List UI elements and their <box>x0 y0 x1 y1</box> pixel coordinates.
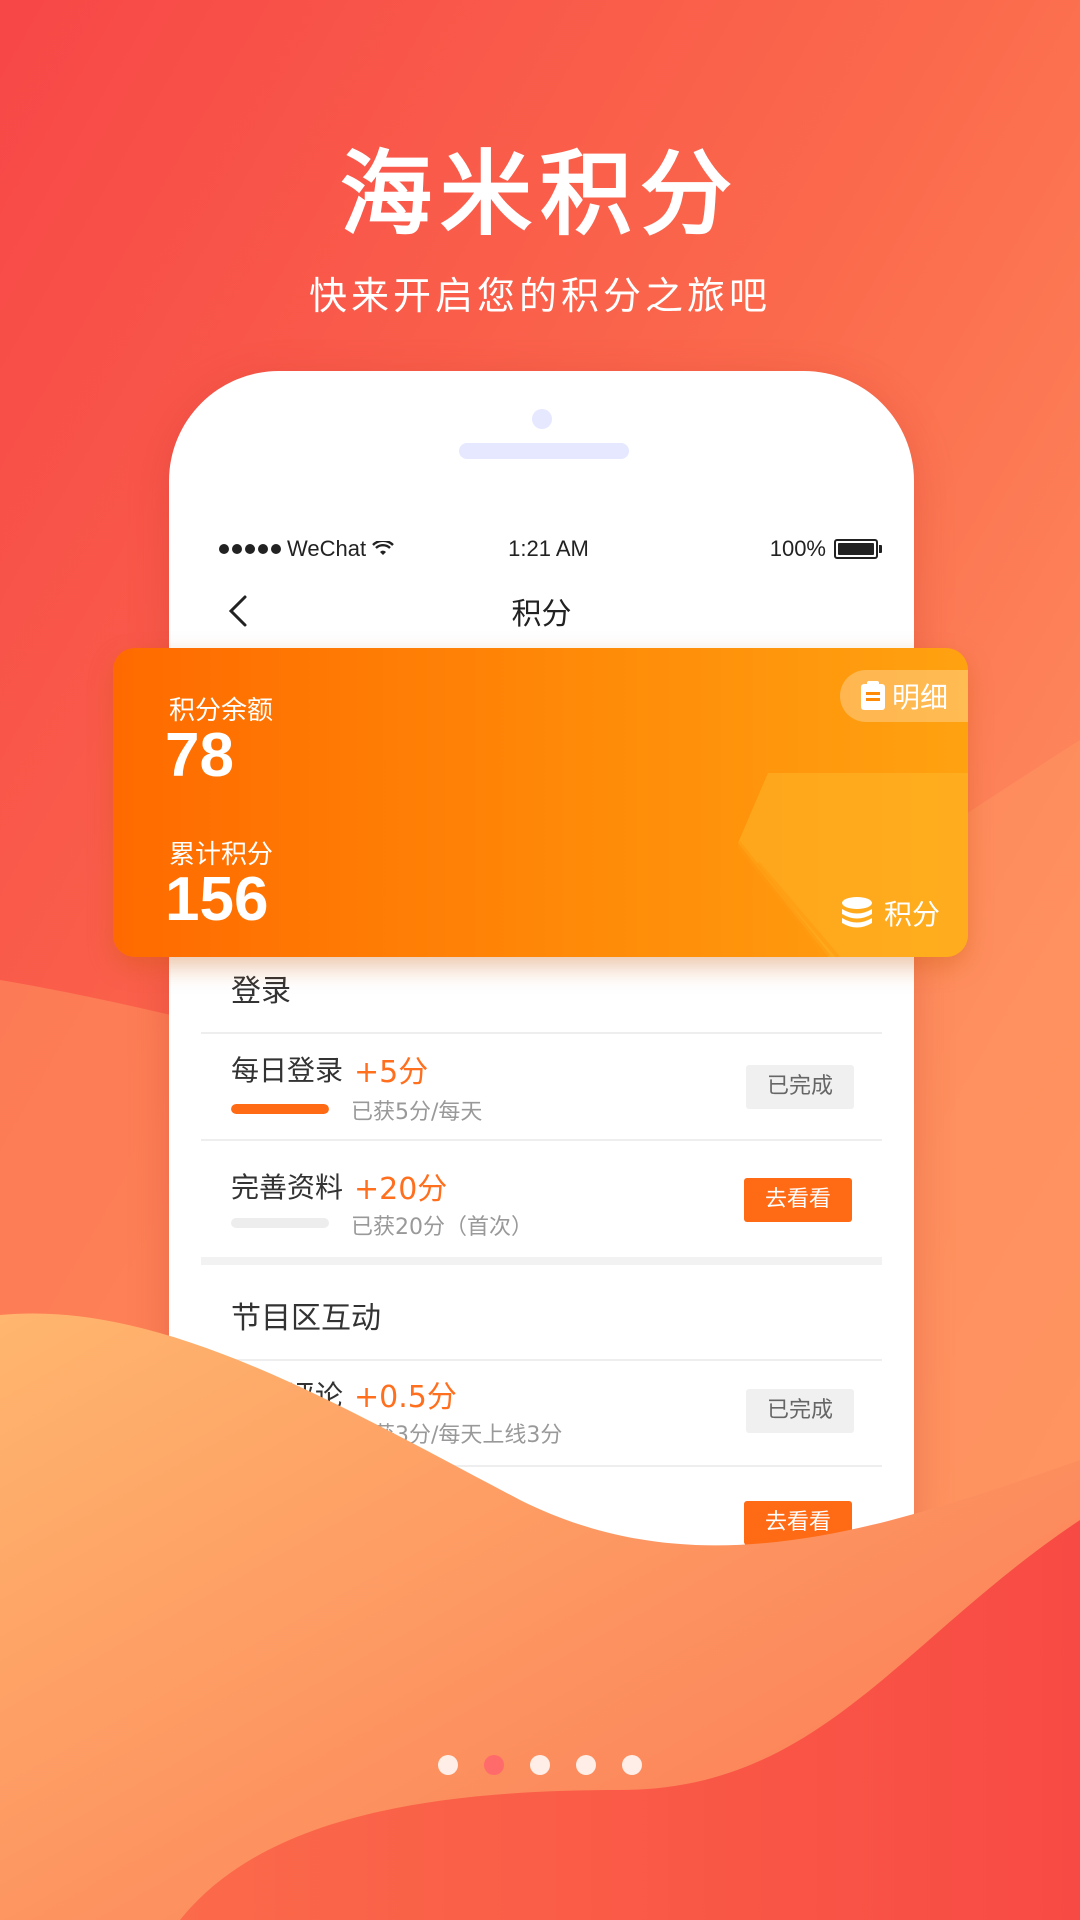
page-dot[interactable] <box>622 1755 642 1775</box>
page-dot[interactable] <box>576 1755 596 1775</box>
page-dot[interactable] <box>530 1755 550 1775</box>
page-dot[interactable] <box>438 1755 458 1775</box>
background-wave-front <box>0 1313 1080 1920</box>
page-dot-active[interactable] <box>484 1755 504 1775</box>
page-indicator <box>0 1755 1080 1775</box>
